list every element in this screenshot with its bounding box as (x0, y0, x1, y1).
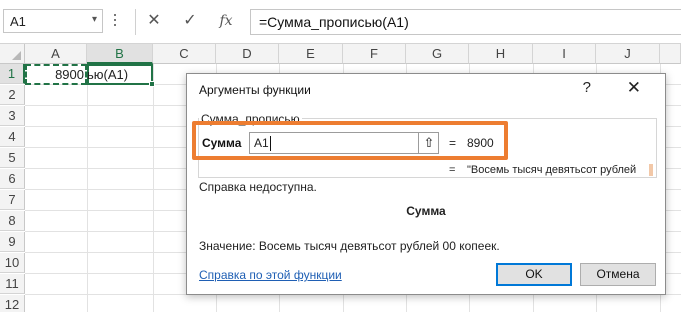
column-header-j[interactable]: J (596, 44, 660, 64)
select-all-corner[interactable] (0, 44, 25, 64)
column-header-i[interactable]: I (533, 44, 596, 64)
gridline (87, 64, 88, 312)
column-header-b[interactable]: B (87, 44, 153, 64)
select-all-icon (12, 51, 21, 60)
check-icon[interactable]: ✓ (176, 9, 204, 33)
row-header-11[interactable]: 11 (0, 274, 25, 294)
help-unavailable-text: Справка недоступна. (199, 180, 317, 194)
column-header-a[interactable]: A (25, 44, 87, 64)
row-header-7[interactable]: 7 (0, 190, 25, 210)
result-preview: "Восемь тысяч девятьсот рублей (467, 164, 637, 176)
row-header-12[interactable]: 12 (0, 295, 25, 312)
column-header-h[interactable]: H (469, 44, 533, 64)
result-equals: = (449, 164, 456, 176)
highlight-frame (192, 121, 508, 160)
name-box[interactable]: A1 ▾ (3, 9, 103, 33)
ok-button[interactable]: OK (496, 263, 572, 286)
row-header-5[interactable]: 5 (0, 148, 25, 168)
function-arguments-dialog: Аргументы функции ? ✕ Сумма_прописью Сум… (186, 73, 666, 295)
dialog-title: Аргументы функции (199, 83, 311, 97)
column-header-g[interactable]: G (406, 44, 469, 64)
formula-result-line: Значение: Восемь тысяч девятьсот рублей … (199, 239, 500, 253)
function-help-link[interactable]: Справка по этой функции (199, 268, 342, 282)
help-icon[interactable]: ? (583, 79, 591, 96)
result-overflow-mark (649, 164, 653, 176)
argument-description-title: Сумма (406, 204, 446, 218)
column-header-d[interactable]: D (216, 44, 279, 64)
row-header-2[interactable]: 2 (0, 85, 25, 105)
formula-input[interactable]: =Сумма_прописью(A1) (250, 9, 681, 35)
fill-handle[interactable] (149, 81, 155, 87)
chevron-down-icon[interactable]: ▾ (92, 14, 97, 25)
row-header-6[interactable]: 6 (0, 169, 25, 189)
row-header-8[interactable]: 8 (0, 211, 25, 231)
column-header-e[interactable]: E (279, 44, 343, 64)
cancel-button[interactable]: Отмена (580, 263, 656, 286)
column-header-f[interactable]: F (343, 44, 406, 64)
row-header-4[interactable]: 4 (0, 127, 25, 147)
row-header-3[interactable]: 3 (0, 106, 25, 126)
fx-icon[interactable]: fx (212, 9, 240, 33)
drag-handle-icon[interactable] (113, 14, 117, 30)
row-header-9[interactable]: 9 (0, 232, 25, 252)
formula-text: =Сумма_прописью(A1) (259, 14, 409, 30)
cell-a1-value: 8900 (55, 67, 84, 82)
cell-b1-active[interactable]: ью(A1) (87, 64, 155, 87)
close-icon[interactable]: ✕ (627, 78, 641, 98)
cell-a1[interactable]: 8900 (25, 64, 87, 85)
row-header-10[interactable]: 10 (0, 253, 25, 273)
cell-b1-value: ью(A1) (87, 67, 129, 82)
column-header-k[interactable] (660, 44, 681, 64)
name-box-value: A1 (10, 14, 26, 29)
gridline (153, 64, 154, 312)
column-header-c[interactable]: C (153, 44, 216, 64)
cancel-icon[interactable]: ✕ (140, 9, 168, 33)
row-header-1[interactable]: 1 (0, 64, 25, 84)
formula-bar-divider (135, 9, 136, 35)
formula-bar: A1 ▾ ✕ ✓ fx =Сумма_прописью(A1) (0, 0, 681, 44)
